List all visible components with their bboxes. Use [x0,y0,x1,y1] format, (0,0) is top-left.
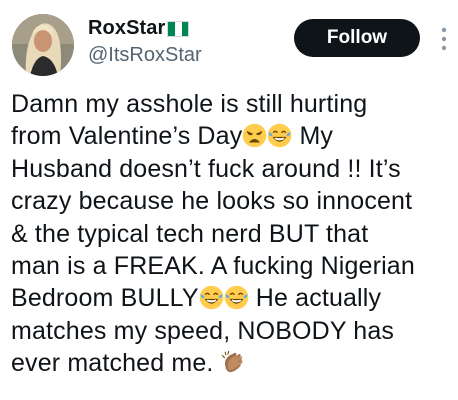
tweet-text-segment: man is a FREAK. A fucking Nigerian [11,251,415,280]
tweet-text: Damn my asshole is still hurting from Va… [11,88,451,380]
tweet-line: Damn my asshole is still hurting [11,88,451,120]
tweet-text-segment: matches my speed, NOBODY has [11,316,395,345]
author-display-name[interactable]: RoxStar [88,17,165,40]
tweet-text-segment: & the typical tech nerd BUT that [11,219,369,248]
tweet-text-segment: Damn my asshole is still hurting [11,90,368,118]
weary-face-icon [243,124,267,148]
tweet-text-segment: Bedroom BULLY [11,284,199,313]
tweet-line: crazy because he looks so innocent [11,185,451,217]
follow-button[interactable]: Follow [294,19,420,57]
author-name-row[interactable]: RoxStar [88,14,190,42]
tweet-line: Bedroom BULLY He actually [11,282,451,314]
avatar[interactable] [12,14,74,76]
tweet-text-segment: ever matched me. [11,349,221,378]
tweet-text-segment: He actually [248,284,382,313]
tweet-line: ever matched me. [11,347,451,379]
tweet-line: matches my speed, NOBODY has [11,315,451,347]
author-handle[interactable]: @ItsRoxStar [88,44,202,67]
tears-of-joy-icon [268,124,292,148]
tears-of-joy-icon [199,286,224,310]
tweet-card: RoxStar @ItsRoxStar Follow Damn my assho… [0,0,458,400]
tweet-line: man is a FREAK. A fucking Nigerian [11,250,451,282]
tweet-text-segment: crazy because he looks so innocent [11,187,413,216]
tweet-line: & the typical tech nerd BUT that [11,218,451,250]
tweet-line: Husband doesn’t fuck around !! It’s [11,153,451,185]
tweet-text-segment: My [292,122,334,151]
nigeria-flag-icon [167,20,190,37]
tears-of-joy-icon [224,286,249,310]
tweet-text-segment: Husband doesn’t fuck around !! It’s [11,154,401,183]
tweet-text-segment: from Valentine’s Day [11,122,243,151]
more-options-icon[interactable] [436,24,452,54]
tweet-line: from Valentine’s Day My [11,120,451,152]
clapping-hands-icon [221,350,243,373]
